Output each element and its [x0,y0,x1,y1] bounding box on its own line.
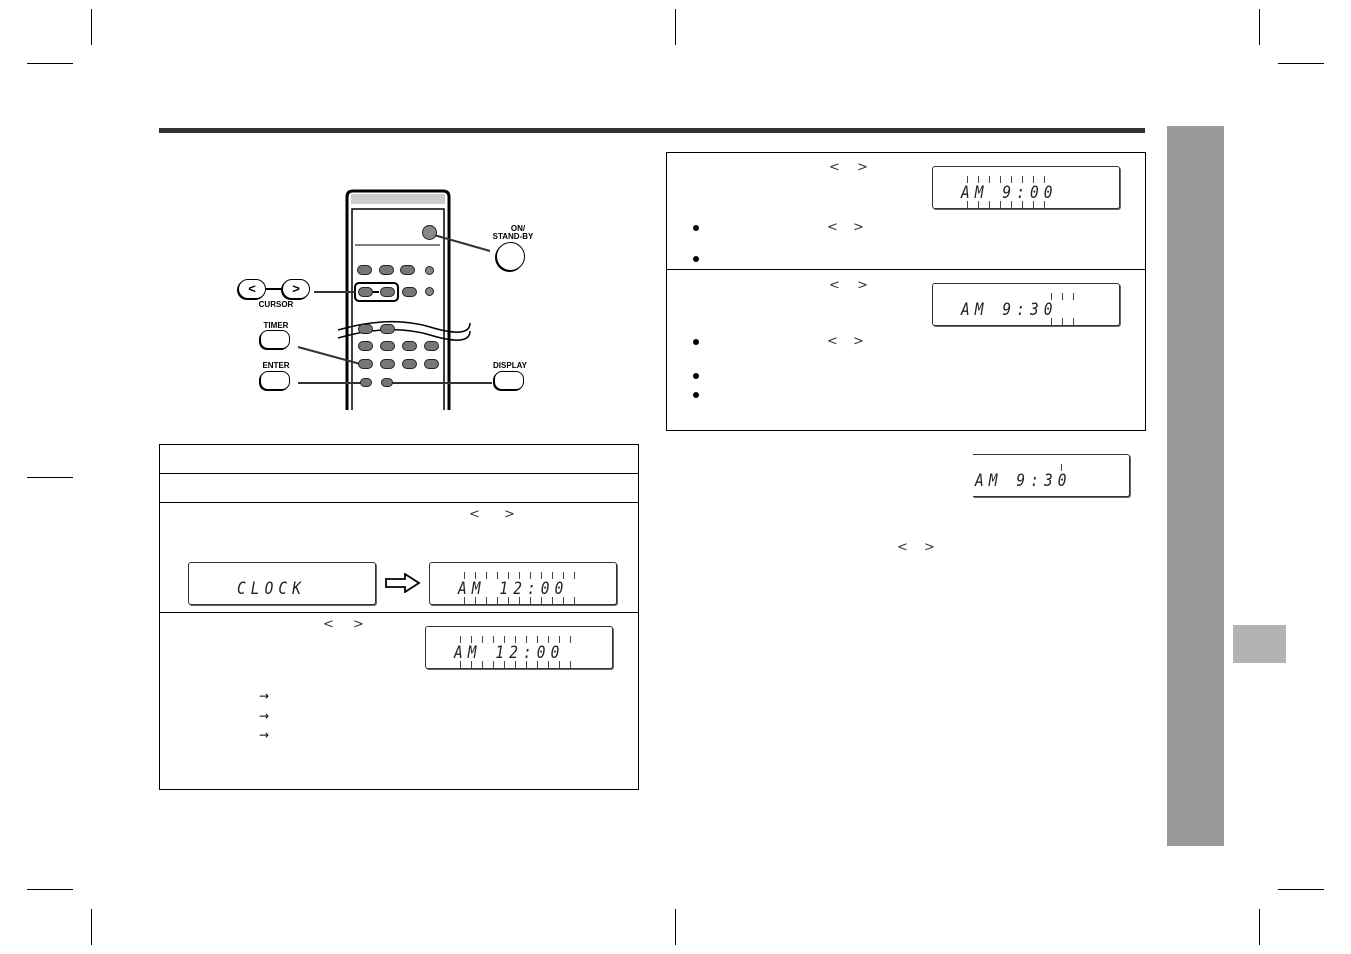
remote-key [424,359,439,369]
remote-key [402,341,417,351]
crop-mark [1278,63,1324,64]
timer-button[interactable] [260,330,290,349]
remote-cursor-left-key [358,287,373,297]
lcd-display-time: AM 9:30 [932,283,1120,326]
cursor-right-glyph: > [857,278,868,293]
remote-key [379,265,394,275]
row-divider [667,269,1145,270]
display-button[interactable] [494,371,524,390]
cursor-connector [266,288,282,290]
timer-label: TIMER [263,321,289,330]
remote-display-key [381,378,393,387]
row-divider [160,612,638,613]
remote-key [358,324,373,334]
blink-marks [464,572,584,579]
cursor-left-glyph: < [827,334,838,349]
cursor-label: CURSOR [258,300,294,309]
row-divider [160,502,638,503]
crop-mark [91,9,92,45]
remote-key [357,265,372,275]
blink-marks [967,176,1053,183]
crop-mark [27,889,73,890]
remote-key [424,341,439,351]
cursor-right-glyph: > [504,507,515,522]
crop-mark [27,63,73,64]
bullet-icon [693,225,699,231]
remote-key [380,341,395,351]
lcd-display-time: AM 12:00 [425,626,613,669]
enter-button[interactable] [260,371,290,390]
arrow-icon: → [259,728,270,742]
remote-key [402,359,417,369]
crop-mark [675,909,676,945]
arrow-icon: → [259,709,270,723]
cursor-right-glyph: > [857,160,868,175]
procedure-table-left: < > CLOCK AM 12:00 < > AM 12:00 → → → [159,444,639,790]
cursor-right-glyph: > [353,617,364,632]
crop-mark [1259,909,1260,945]
row-divider [160,473,638,474]
crop-mark [27,477,73,478]
cursor-right-glyph: > [853,334,864,349]
remote-key [402,287,417,297]
lcd-text: AM 9:30 [961,300,1058,320]
crop-mark [1259,9,1260,45]
standby-label: STAND-BY [492,232,534,241]
lcd-text: AM 12:00 [458,579,569,599]
lcd-display-clock: CLOCK [188,562,376,605]
cursor-left-glyph: < [829,278,840,293]
bullet-icon [693,256,699,262]
display-label: DISPLAY [493,361,527,370]
remote-key [380,324,395,334]
on-standby-button[interactable] [496,242,525,271]
right-arrow-icon [385,573,421,593]
lcd-display-time: AM 12:00 [429,562,617,605]
cursor-right-glyph: > [924,540,935,555]
lcd-text: AM 9:00 [961,183,1058,203]
remote-key [425,266,434,275]
cursor-left-glyph: < [829,160,840,175]
lcd-display-time: AM 9:30 [973,454,1130,497]
remote-power-key [422,225,437,240]
cursor-right-glyph: > [853,220,864,235]
blink-marks [460,636,580,643]
remote-key [425,287,434,296]
cursor-left-button[interactable]: < [238,279,266,299]
remote-timer-key [358,359,373,369]
remote-key [400,265,415,275]
cursor-left-glyph: < [897,540,908,555]
index-tab [1233,625,1286,663]
crop-mark [91,909,92,945]
lcd-display-time: AM 9:00 [932,166,1120,209]
cursor-left-icon: < [248,281,256,296]
enter-label: ENTER [262,361,290,370]
lcd-text: AM 12:00 [454,643,565,663]
section-side-tab [1167,126,1224,846]
remote-key [380,359,395,369]
blink-marks [1051,293,1079,300]
cursor-right-icon: > [292,281,300,296]
remote-key [358,341,373,351]
procedure-table-right: < > AM 9:00 < > < > AM 9:30 < > [666,152,1146,431]
blink-marks [1061,464,1063,471]
lcd-text: CLOCK [237,579,307,599]
cursor-left-glyph: < [469,507,480,522]
crop-mark [675,9,676,45]
remote-cursor-right-key [380,287,395,297]
cursor-left-glyph: < [827,220,838,235]
cursor-left-glyph: < [323,617,334,632]
remote-illustration: ON/ STAND-BY < > CURSOR TIMER ENTER DISP… [230,185,540,410]
cursor-right-button[interactable]: > [282,279,310,299]
bullet-icon [693,339,699,345]
crop-mark [1278,889,1324,890]
bullet-icon [693,392,699,398]
lcd-text: AM 9:30 [975,471,1072,491]
bullet-icon [693,373,699,379]
remote-enter-key [360,378,372,387]
header-rule [159,128,1145,133]
arrow-icon: → [259,689,270,703]
